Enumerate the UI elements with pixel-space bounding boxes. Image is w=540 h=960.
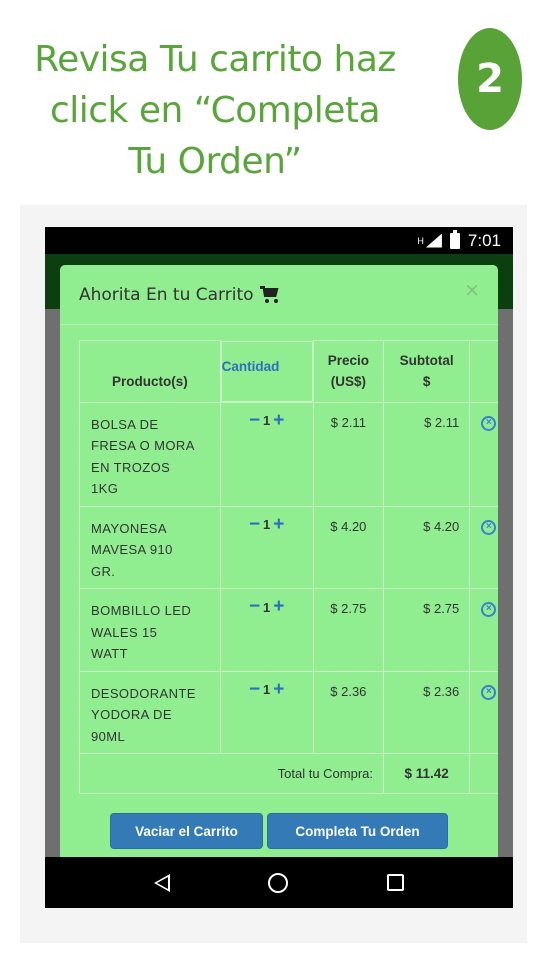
shopping-cart-icon bbox=[259, 286, 280, 304]
product-name-line: YODORA DE bbox=[91, 707, 172, 722]
product-name-line: WATT bbox=[91, 646, 128, 661]
column-header-subtotal: Subtotal $ bbox=[383, 340, 471, 403]
product-name-line: EN TROZOS bbox=[91, 459, 171, 475]
recent-apps-icon[interactable] bbox=[386, 874, 404, 891]
phone-screen: H 7:01 Ahorita En tu Carrito × Producto(… bbox=[45, 227, 513, 908]
column-header-price: Precio (US$) bbox=[312, 340, 385, 403]
table-header-row: Producto(s) Cantidad Precio (US$) Subtot… bbox=[79, 340, 498, 403]
quantity-cell: − 1 + bbox=[219, 588, 314, 672]
unit-price: $ 2.11 bbox=[312, 401, 385, 507]
product-name-line: DESODORANTE bbox=[91, 685, 196, 701]
row-subtotal: $ 4.20 bbox=[383, 505, 471, 589]
empty-cart-button[interactable]: Vaciar el Carrito bbox=[110, 813, 263, 849]
modal-title-text: Ahorita En tu Carrito bbox=[79, 285, 254, 305]
quantity-value: 1 bbox=[263, 517, 271, 532]
instruction-headline: Revisa Tu carrito haz click en “Completa… bbox=[0, 34, 430, 187]
remove-circle-icon[interactable]: × bbox=[481, 519, 497, 535]
close-icon[interactable]: × bbox=[464, 279, 480, 301]
product-name-line: MAVESA 910 bbox=[91, 542, 173, 557]
unit-price: $ 4.20 bbox=[312, 505, 385, 589]
row-subtotal: $ 2.11 bbox=[383, 401, 471, 507]
network-type-label: H bbox=[417, 235, 424, 246]
price-header-line-2: (US$) bbox=[330, 373, 366, 389]
quantity-cell: − 1 + bbox=[219, 505, 314, 589]
decrease-quantity-button[interactable]: − bbox=[249, 680, 260, 699]
back-icon[interactable] bbox=[154, 873, 171, 892]
product-name-line: BOMBILLO LED bbox=[91, 603, 192, 618]
quantity-cell: − 1 + bbox=[219, 401, 314, 507]
product-name: BOMBILLO LED WALES 15 WATT bbox=[79, 588, 221, 672]
quantity-stepper: − 1 + bbox=[249, 411, 284, 430]
complete-order-button[interactable]: Completa Tu Orden bbox=[267, 813, 448, 849]
increase-quantity-button[interactable]: + bbox=[273, 680, 284, 699]
remove-circle-icon[interactable]: × bbox=[481, 684, 497, 700]
table-row: DESODORANTE YODORA DE 90ML − 1 + $ 2.36 … bbox=[79, 670, 498, 754]
product-name: BOLSA DE FRESA O MORA EN TROZOS 1KG bbox=[79, 401, 221, 507]
row-subtotal: $ 2.36 bbox=[383, 670, 471, 754]
quantity-value: 1 bbox=[263, 682, 271, 697]
remove-circle-icon[interactable]: × bbox=[481, 602, 497, 617]
cart-modal: Ahorita En tu Carrito × Producto(s) Cant… bbox=[60, 265, 498, 865]
decrease-quantity-button[interactable]: − bbox=[249, 515, 260, 534]
quantity-stepper: − 1 + bbox=[249, 680, 284, 699]
total-label: Total tu Compra: bbox=[78, 753, 385, 794]
remove-cell: × bbox=[469, 401, 498, 507]
remove-cell: × bbox=[469, 505, 498, 589]
quantity-stepper: − 1 + bbox=[249, 597, 284, 616]
column-header-actions bbox=[469, 340, 498, 403]
decrease-quantity-button[interactable]: − bbox=[249, 597, 260, 616]
quantity-value: 1 bbox=[263, 599, 271, 615]
modal-header: Ahorita En tu Carrito × bbox=[60, 265, 498, 325]
subtotal-header-line-2: $ bbox=[422, 373, 431, 389]
decrease-quantity-button[interactable]: − bbox=[249, 411, 260, 430]
headline-line-1: Revisa Tu carrito haz bbox=[34, 39, 396, 80]
cart-table: Producto(s) Cantidad Precio (US$) Subtot… bbox=[78, 340, 498, 794]
product-name-line: BOLSA DE bbox=[91, 416, 159, 432]
unit-price: $ 2.36 bbox=[312, 670, 385, 754]
quantity-cell: − 1 + bbox=[219, 670, 314, 754]
increase-quantity-button[interactable]: + bbox=[273, 515, 284, 534]
home-icon[interactable] bbox=[268, 872, 289, 893]
total-empty-cell bbox=[469, 753, 498, 794]
remove-cell: × bbox=[469, 588, 498, 672]
status-bar: H 7:01 bbox=[45, 227, 513, 254]
clock-time: 7:01 bbox=[467, 230, 501, 250]
unit-price: $ 2.75 bbox=[312, 588, 385, 672]
product-name-line: GR. bbox=[91, 563, 116, 579]
modal-title: Ahorita En tu Carrito bbox=[79, 285, 280, 305]
signal-icon bbox=[425, 233, 442, 248]
row-subtotal: $ 2.75 bbox=[383, 588, 471, 672]
product-name-line: MAYONESA bbox=[91, 520, 167, 536]
headline-line-2: click en “Completa bbox=[49, 90, 381, 131]
remove-cell: × bbox=[469, 670, 498, 754]
increase-quantity-button[interactable]: + bbox=[273, 411, 284, 430]
product-name-line: 90ML bbox=[91, 728, 126, 744]
quantity-value: 1 bbox=[263, 413, 271, 428]
table-row: BOMBILLO LED WALES 15 WATT − 1 + $ 2.75 … bbox=[79, 588, 498, 672]
battery-icon bbox=[449, 229, 460, 249]
column-header-quantity: Cantidad bbox=[220, 340, 313, 402]
android-nav-bar bbox=[45, 857, 513, 908]
product-name-line: WALES 15 bbox=[91, 624, 158, 640]
increase-quantity-button[interactable]: + bbox=[273, 597, 284, 616]
product-name: DESODORANTE YODORA DE 90ML bbox=[79, 670, 221, 754]
table-row: BOLSA DE FRESA O MORA EN TROZOS 1KG − 1 … bbox=[79, 401, 498, 507]
total-row: Total tu Compra: $ 11.42 bbox=[78, 753, 498, 794]
price-header-line-1: Precio bbox=[327, 352, 369, 368]
product-name-line: FRESA O MORA bbox=[91, 438, 195, 453]
column-header-product: Producto(s) bbox=[79, 340, 221, 403]
remove-circle-icon[interactable]: × bbox=[481, 415, 497, 431]
product-name: MAYONESA MAVESA 910 GR. bbox=[79, 505, 221, 589]
headline-line-3: Tu Orden” bbox=[128, 141, 302, 182]
total-value: $ 11.42 bbox=[383, 753, 471, 794]
product-name-line: 1KG bbox=[91, 481, 119, 496]
quantity-stepper: − 1 + bbox=[249, 515, 284, 534]
subtotal-header-line-1: Subtotal bbox=[399, 352, 454, 368]
step-number-badge: 2 bbox=[458, 28, 522, 130]
table-row: MAYONESA MAVESA 910 GR. − 1 + $ 4.20 $ 4… bbox=[79, 505, 498, 589]
